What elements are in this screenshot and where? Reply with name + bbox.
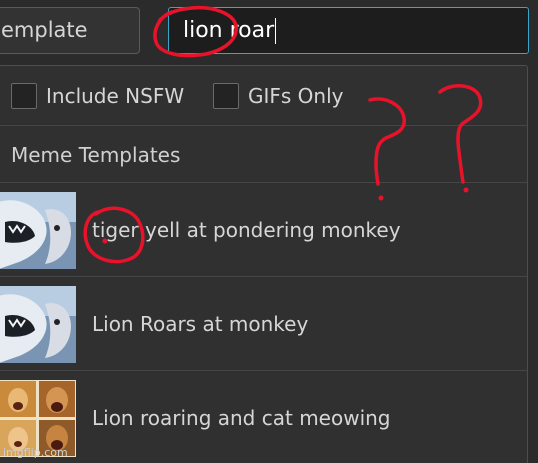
result-item[interactable]: tiger yell at pondering monkey	[0, 184, 527, 277]
gifs-only-checkbox[interactable]	[213, 83, 239, 109]
imgflip-watermark: imgflip.com	[3, 446, 68, 459]
result-title: tiger yell at pondering monkey	[92, 218, 401, 242]
results-dropdown: Include NSFW GIFs Only Meme Templates ti…	[0, 65, 528, 463]
result-item[interactable]: Lion Roars at monkey	[0, 278, 527, 371]
nsfw-checkbox-label[interactable]: Include NSFW	[46, 83, 184, 109]
search-input-value: lion roar	[183, 18, 275, 43]
section-title: Meme Templates	[0, 127, 527, 183]
nsfw-checkbox[interactable]	[11, 83, 37, 109]
text-caret	[275, 18, 277, 44]
gifs-only-checkbox-label[interactable]: GIFs Only	[248, 83, 344, 109]
search-input[interactable]: lion roar	[168, 7, 529, 54]
result-item[interactable]: Lion roaring and cat meowing	[0, 372, 527, 463]
lion-roar-thumbnail	[0, 192, 76, 269]
template-tab[interactable]: emplate	[0, 7, 140, 54]
meme-search-screen: emplate lion roar Include NSFW GIFs Only…	[0, 0, 538, 463]
filter-options-row: Include NSFW GIFs Only	[0, 66, 527, 126]
lion-roar-thumbnail	[0, 286, 76, 363]
result-title: Lion Roars at monkey	[92, 312, 309, 336]
result-title: Lion roaring and cat meowing	[92, 406, 391, 430]
